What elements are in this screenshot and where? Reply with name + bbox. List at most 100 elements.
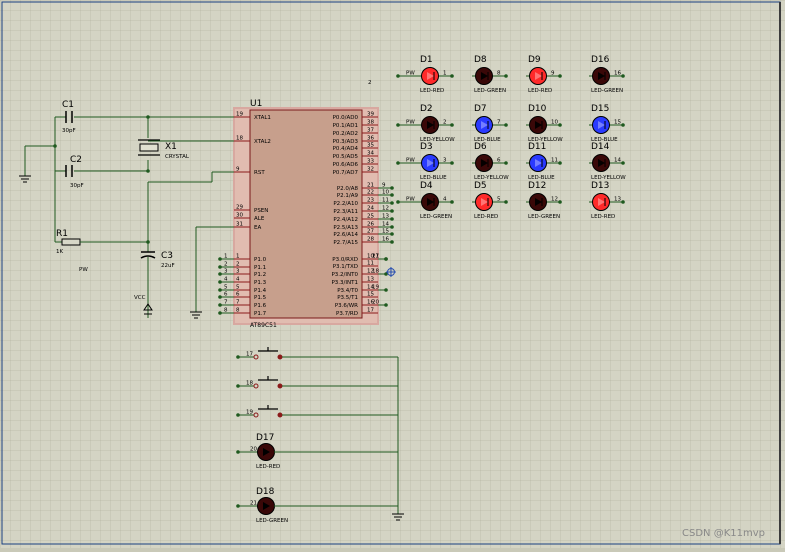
led-ref: D6: [474, 142, 487, 152]
schematic-svg[interactable]: U1 AT89C51 19XTAL118XTAL29RST29PSEN30ALE…: [0, 0, 785, 548]
pw-net-label: PW: [406, 71, 415, 77]
led-pin: 7: [497, 120, 501, 126]
led-ref: D1: [420, 55, 433, 65]
mcu-pin-number: 1: [236, 254, 240, 260]
net-label: 15: [382, 229, 389, 235]
mcu-pin-name: P3.1/TXD: [333, 264, 358, 270]
led-pin: 5: [497, 197, 501, 203]
r1-body[interactable]: [61, 238, 81, 246]
mcu-pin-name: P0.7/AD7: [333, 170, 359, 176]
led-ref: D3: [420, 142, 433, 152]
led-pin: 16: [614, 71, 621, 77]
mcu-pin-name: P0.0/AD0: [333, 115, 359, 121]
led-label: LED-GREEN: [591, 88, 623, 94]
mcu-pin-number: 23: [367, 198, 374, 204]
led-pin: 14: [614, 158, 621, 164]
net-label: 18: [372, 269, 379, 275]
x1-ref: X1: [165, 142, 177, 152]
mcu-part: AT89C51: [250, 322, 277, 329]
led-ref: D2: [420, 104, 433, 114]
led-label: LED-RED: [528, 88, 552, 94]
mcu-pin-name: P1.7: [254, 311, 267, 317]
led-pin: 8: [497, 71, 501, 77]
mcu-pin-number: 19: [236, 112, 243, 118]
mcu-pin-name: P2.1/A9: [337, 193, 359, 199]
led-label: LED-RED: [420, 88, 444, 94]
net-label: 9: [382, 183, 386, 189]
c2-ref: C2: [70, 155, 82, 165]
mcu-pin-number: 35: [367, 143, 374, 149]
schematic-canvas[interactable]: U1 AT89C51 19 XTAL1 18 XTAL2 9 RST 29 PSEN 30 ALE…: [0, 0, 785, 548]
led-ref: D18: [256, 487, 275, 497]
net-label: 3: [224, 269, 228, 275]
led-ref: D16: [591, 55, 610, 65]
switch-pin: 19: [246, 410, 253, 416]
led-pin: 4: [443, 197, 447, 203]
mcu-pin-name: P2.4/A12: [333, 217, 358, 223]
x1-value: CRYSTAL: [165, 154, 190, 160]
mcu-pin-number: 38: [367, 120, 374, 126]
mcu-pin-number: 21: [367, 183, 374, 189]
mcu-pin-name: RST: [254, 170, 265, 176]
mcu-pin-number: 39: [367, 112, 374, 118]
led-pin: 10: [551, 120, 558, 126]
mcu-pin-name: P0.4/AD4: [333, 146, 359, 152]
mcu-pin-name: EA: [254, 225, 261, 231]
mcu-pin-name: P2.2/A10: [333, 201, 358, 207]
led-ref: D11: [528, 142, 546, 152]
switch-pin: 17: [246, 352, 253, 358]
led-pin: 11: [551, 158, 558, 164]
led-label: LED-RED: [474, 214, 498, 220]
net-label: 8: [224, 308, 228, 314]
led-pin: 3: [443, 158, 447, 164]
mcu-pin-number: 6: [236, 292, 240, 298]
mcu-pin-number: 7: [236, 300, 240, 306]
c1-ref: C1: [62, 100, 74, 110]
mcu-pin-name: P0.2/AD2: [333, 131, 358, 137]
mcu-pin-number: 22: [367, 190, 374, 196]
led-pin: 13: [614, 197, 621, 203]
vcc-label: VCC: [134, 295, 146, 301]
mcu-pin-number: 9: [236, 167, 240, 173]
mcu-pin-number: 13: [367, 277, 374, 283]
mcu-pin-number: 29: [236, 205, 243, 211]
led-ref: D4: [420, 181, 433, 191]
net-label: 7: [224, 300, 228, 306]
led-label: LED-RED: [256, 464, 280, 470]
led-pin: 15: [614, 120, 621, 126]
net-label: 16: [382, 237, 389, 243]
mcu-pin-number: 8: [236, 308, 240, 314]
mcu-pin-name: P1.2: [254, 272, 266, 278]
led-label: LED-RED: [591, 214, 615, 220]
net-label: 4: [224, 277, 228, 283]
led-pin: 21: [250, 501, 257, 507]
switch-pin: 18: [246, 381, 253, 387]
c3-ref: C3: [161, 251, 173, 261]
mcu-pin-name: P0.1/AD1: [333, 123, 358, 129]
net-label: 5: [224, 285, 228, 291]
mcu-pin-name: XTAL2: [254, 139, 271, 145]
mcu-pin-name: P1.3: [254, 280, 267, 286]
net-label: 12: [382, 206, 389, 212]
r1-value: 1K: [56, 249, 63, 255]
net-label: 19: [372, 285, 379, 291]
led-ref: D10: [528, 104, 547, 114]
led-pin: 1: [443, 71, 447, 77]
led-pin: 2: [443, 120, 447, 126]
net-label: 14: [382, 222, 389, 228]
net-label: 2: [224, 262, 228, 268]
pw-net-label: PW: [406, 197, 415, 203]
mcu-u1[interactable]: U1 AT89C51 19XTAL118XTAL29RST29PSEN30ALE…: [233, 99, 379, 329]
mcu-pin-name: P1.5: [254, 295, 267, 301]
led-label: LED-GREEN: [528, 214, 560, 220]
mcu-pin-number: 34: [367, 151, 374, 157]
mcu-pin-name: P3.7/RD: [336, 311, 358, 317]
mcu-pin-number: 15: [367, 292, 374, 298]
grid: [0, 0, 785, 548]
mcu-pin-name: P3.3/INT1: [331, 280, 358, 286]
pw-label: PW: [79, 267, 88, 273]
led-pin: 6: [497, 158, 501, 164]
mcu-pin-name: PSEN: [254, 208, 268, 214]
mcu-pin-name: P1.6: [254, 303, 267, 309]
led-pin: 20: [250, 447, 257, 453]
